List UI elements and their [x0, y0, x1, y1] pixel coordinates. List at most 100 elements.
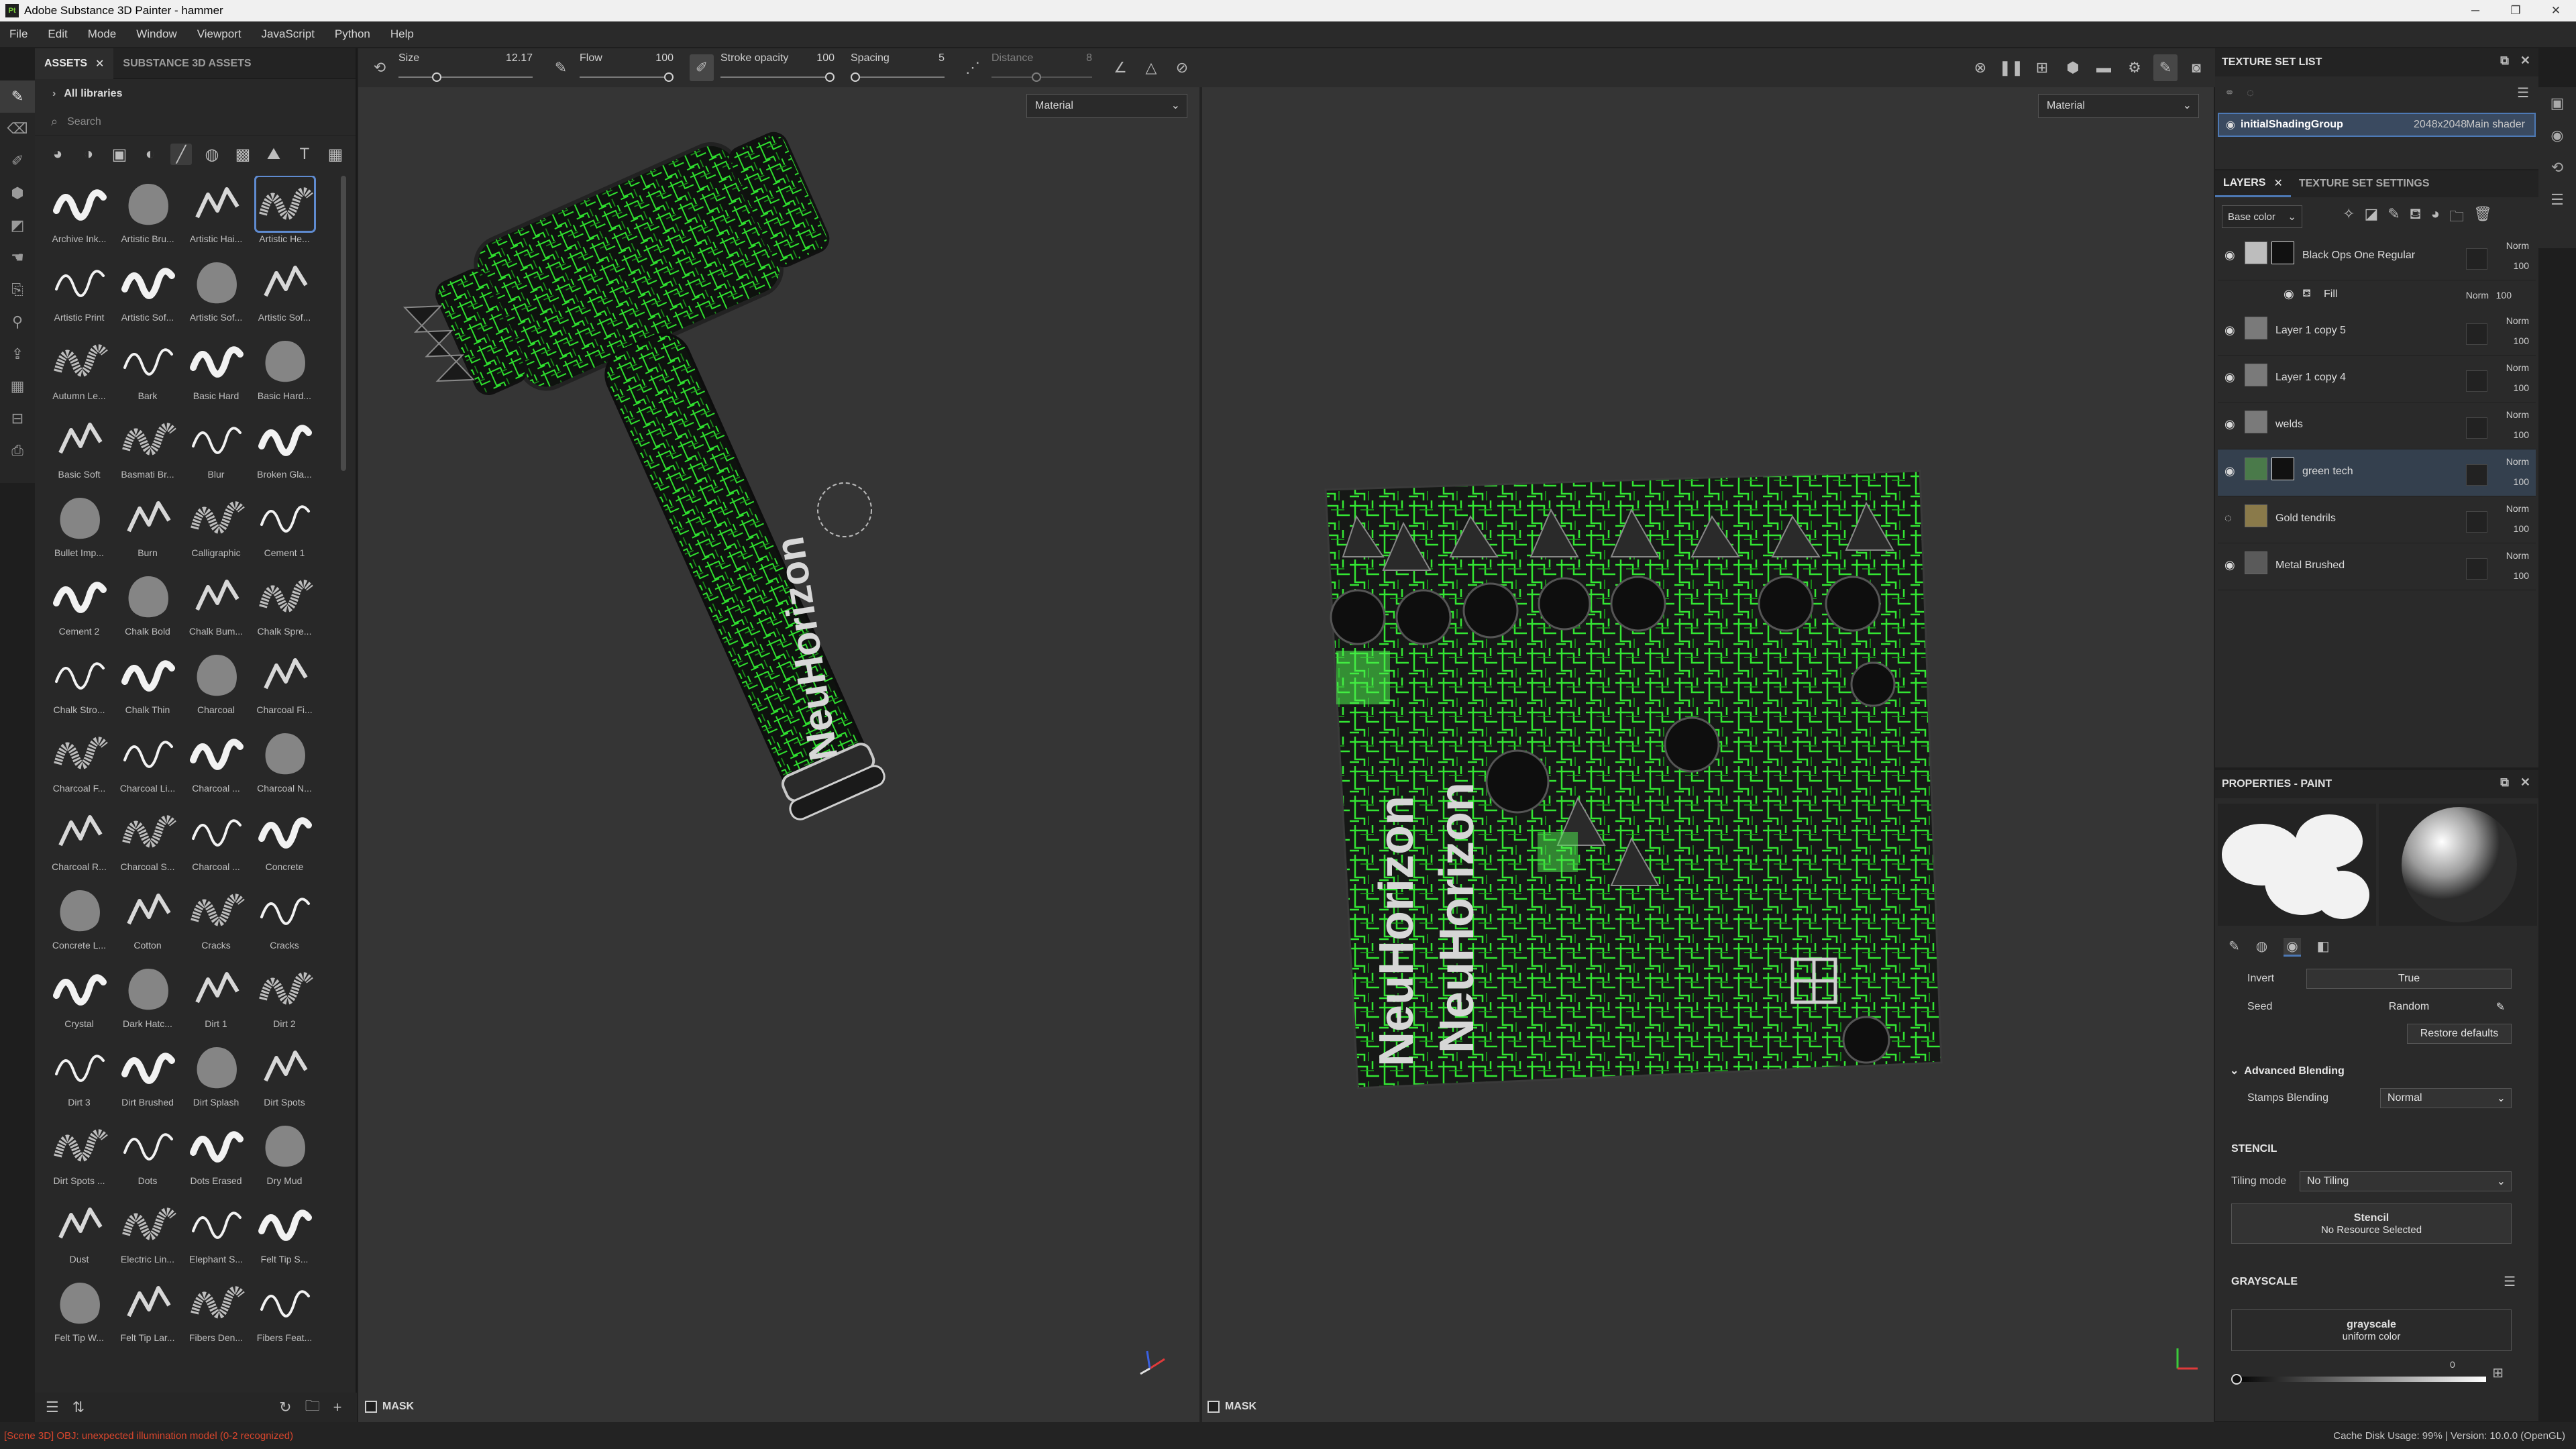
brush-item[interactable]: Dirt Brushed — [114, 1039, 181, 1117]
brush-item[interactable]: Archive Ink... — [46, 176, 113, 254]
stencil-resource-slot[interactable]: Stencil No Resource Selected — [2231, 1203, 2512, 1244]
brush-item[interactable]: Dots — [114, 1118, 181, 1195]
layer-blend-mode[interactable]: Norm — [2506, 503, 2529, 514]
brush-item[interactable]: Charcoal — [182, 647, 250, 724]
smart-mask-filter-icon[interactable]: ◐ — [140, 144, 161, 165]
layer-row[interactable]: ◉ Black Ops One Regular Norm 100 — [2218, 233, 2536, 280]
channel-select[interactable]: Base color ⌄ — [2222, 205, 2302, 228]
menu-file[interactable]: File — [9, 28, 28, 41]
brush-item[interactable]: Cotton — [114, 882, 181, 960]
brush-item[interactable]: Artistic Sof... — [182, 254, 250, 332]
uv-tool-icon[interactable]: ▦ — [0, 370, 35, 402]
layer-opacity[interactable]: 100 — [2514, 335, 2529, 346]
add-folder-icon[interactable]: 🗀 — [2449, 205, 2464, 231]
close-tab-icon[interactable]: ✕ — [95, 57, 104, 70]
brush-item[interactable]: Cracks — [251, 882, 318, 960]
particle-filter-icon[interactable]: ◍ — [201, 144, 223, 165]
grayscale-slider[interactable] — [2235, 1377, 2486, 1382]
clone-icon[interactable]: ⎘ — [0, 274, 35, 306]
brush-item[interactable]: Felt Tip W... — [46, 1275, 113, 1352]
menu-javascript[interactable]: JavaScript — [262, 28, 315, 41]
measure-icon[interactable]: ⊟ — [0, 402, 35, 435]
symmetry-off-icon[interactable]: ⊘ — [1170, 54, 1194, 81]
add-paint-layer-icon[interactable]: ✎ — [2387, 205, 2400, 231]
mirror-icon[interactable]: △ — [1139, 54, 1163, 81]
color-picker-icon[interactable]: ⚲ — [0, 306, 35, 338]
polygon-fill-icon[interactable]: ◩ — [0, 209, 35, 241]
settings-menu-icon[interactable]: ☰ — [2517, 85, 2529, 101]
environment-filter-icon[interactable]: ⛰ — [263, 144, 284, 165]
eye-icon[interactable]: ◌ — [2224, 511, 2232, 525]
menu-edit[interactable]: Edit — [48, 28, 67, 41]
brush-item[interactable]: Autumn Le... — [46, 333, 113, 411]
flow-slider[interactable]: Flow 100 — [580, 48, 674, 87]
brush-item[interactable]: Concrete — [251, 804, 318, 881]
stroke-opacity-knob[interactable] — [825, 72, 835, 82]
brush-item[interactable]: Dirt 1 — [182, 961, 250, 1038]
eye-icon[interactable]: ◉ — [2224, 323, 2235, 337]
geometry-fill-icon[interactable]: ⬢ — [0, 177, 35, 209]
edit-icon[interactable]: ✎ — [2496, 1000, 2505, 1014]
layer-blend-mode[interactable]: Norm — [2506, 315, 2529, 326]
render-mode-icon[interactable]: ⬢ — [2061, 54, 2085, 81]
restore-defaults-button[interactable]: Restore defaults — [2407, 1024, 2512, 1044]
add-layer-icon[interactable]: ◕ — [2431, 205, 2440, 231]
texture-set-icon[interactable]: ▣ — [2538, 87, 2576, 119]
screenshot-icon[interactable]: ◙ — [2184, 54, 2208, 81]
brush-item[interactable]: Felt Tip S... — [251, 1196, 318, 1274]
brush-item[interactable]: Dust — [46, 1196, 113, 1274]
layer-opacity[interactable]: 100 — [2514, 382, 2529, 393]
advanced-blending-header[interactable]: ⌄ Advanced Blending — [2230, 1064, 2345, 1077]
pause-icon[interactable]: ❚❚ — [1999, 54, 2024, 81]
layer-mask-thumbnail[interactable] — [2271, 458, 2294, 480]
brush-item[interactable]: Burn — [114, 490, 181, 568]
brush-item[interactable]: Elephant S... — [182, 1196, 250, 1274]
refresh-icon[interactable]: ↻ — [279, 1399, 291, 1416]
libraries-selector[interactable]: › All libraries — [35, 79, 356, 109]
float-panel-icon[interactable]: ⧉ — [2500, 775, 2509, 790]
layer-blend-mode[interactable]: Norm — [2506, 240, 2529, 251]
eye-icon[interactable]: ◉ — [2226, 118, 2235, 131]
eye-icon[interactable]: ◉ — [2224, 370, 2235, 384]
history-icon[interactable]: ⟲ — [2538, 152, 2576, 184]
material-tab-icon[interactable]: ◉ — [2284, 938, 2301, 957]
layer-opacity[interactable]: 100 — [2514, 476, 2529, 487]
brush-filter-icon[interactable]: ╱ — [170, 144, 192, 165]
add-effect-icon[interactable]: ✧ — [2343, 205, 2355, 231]
projection-icon[interactable]: ✐ — [0, 145, 35, 177]
menu-python[interactable]: Python — [335, 28, 370, 41]
paint-mode-icon[interactable]: ✎ — [2153, 54, 2178, 81]
layer-blend-mode[interactable]: Norm — [2506, 550, 2529, 561]
brush-item[interactable]: Basic Soft — [46, 411, 113, 489]
stroke-opacity-slider[interactable]: Stroke opacity 100 — [720, 48, 835, 87]
layer-opacity[interactable]: 100 — [2514, 570, 2529, 581]
menu-window[interactable]: Window — [136, 28, 176, 41]
camera-icon[interactable]: ▬ — [2092, 54, 2116, 81]
layer-row[interactable]: ◉ Layer 1 copy 4 Norm 100 — [2218, 356, 2536, 402]
assets-scrollbar[interactable] — [341, 176, 346, 471]
layer-row[interactable]: ◉ Layer 1 copy 5 Norm 100 — [2218, 309, 2536, 356]
brush-item[interactable]: Bark — [114, 333, 181, 411]
smart-material-filter-icon[interactable]: ◑ — [78, 144, 99, 165]
log-icon[interactable]: ☰ — [2538, 184, 2576, 216]
close-tab-icon[interactable]: ✕ — [2273, 176, 2282, 190]
eye-icon[interactable]: ◉ — [2284, 287, 2294, 301]
size-knob[interactable] — [432, 72, 441, 82]
brush-item[interactable]: Chalk Bold — [114, 568, 181, 646]
tab-texture-set-settings[interactable]: TEXTURE SET SETTINGS — [2291, 170, 2438, 197]
distance-slider[interactable]: Distance 8 — [991, 48, 1092, 87]
bake-icon[interactable]: ⇪ — [0, 338, 35, 370]
mask-checkbox-3d[interactable] — [365, 1401, 377, 1413]
close-panel-icon[interactable]: ✕ — [2520, 54, 2530, 68]
layer-row[interactable]: ◉ green tech Norm 100 — [2218, 449, 2536, 496]
brush-tab-icon[interactable]: ✎ — [2229, 938, 2240, 957]
export-icon[interactable]: ⎙ — [0, 435, 35, 467]
size-slider[interactable]: Size 12.17 — [398, 48, 533, 87]
new-folder-icon[interactable]: 🗀 — [305, 1395, 320, 1420]
color-picker-icon[interactable]: ⊞ — [2492, 1364, 2504, 1381]
layer-blend-mode[interactable]: Norm — [2506, 456, 2529, 467]
brush-item[interactable]: Artistic Hai... — [182, 176, 250, 254]
stamps-blending-select[interactable]: Normal ⌄ — [2380, 1088, 2512, 1108]
brush-item[interactable]: Bullet Imp... — [46, 490, 113, 568]
brush-item[interactable]: Dry Mud — [251, 1118, 318, 1195]
